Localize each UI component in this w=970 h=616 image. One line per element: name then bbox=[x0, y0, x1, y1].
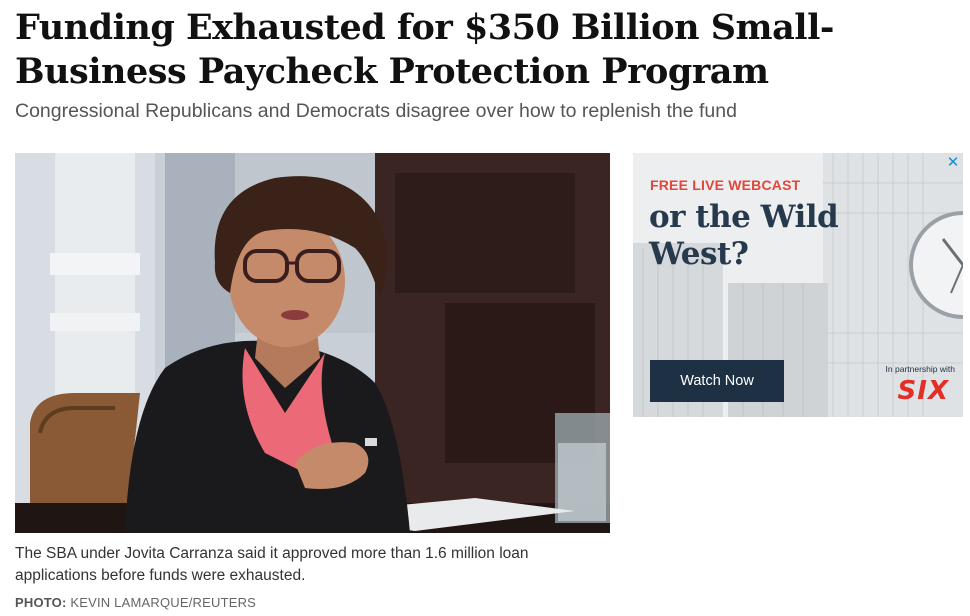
ad-close-icon[interactable]: ✕ bbox=[945, 155, 961, 171]
article-dek: Congressional Republicans and Democrats … bbox=[15, 100, 737, 122]
article-headline: Funding Exhausted for $350 Billion Small… bbox=[15, 7, 834, 92]
photo-credit-name: KEVIN LAMARQUE/REUTERS bbox=[70, 595, 257, 610]
six-logo: SIX bbox=[897, 376, 949, 406]
ad-kicker: FREE LIVE WEBCAST bbox=[650, 177, 801, 193]
ad-partner-text: In partnership with bbox=[885, 364, 955, 374]
photo-caption: The SBA under Jovita Carranza said it ap… bbox=[15, 545, 529, 584]
watch-now-button[interactable]: Watch Now bbox=[650, 360, 784, 402]
ad-headline: or the Wild West? bbox=[649, 199, 839, 272]
photo-credit-label: PHOTO: bbox=[15, 595, 67, 610]
advertisement[interactable]: ✕ FREE LIVE WEBCAST or the Wild West? Wa… bbox=[633, 153, 963, 417]
article-photo bbox=[15, 153, 610, 533]
photo-credit: PHOTO: KEVIN LAMARQUE/REUTERS bbox=[15, 594, 610, 612]
